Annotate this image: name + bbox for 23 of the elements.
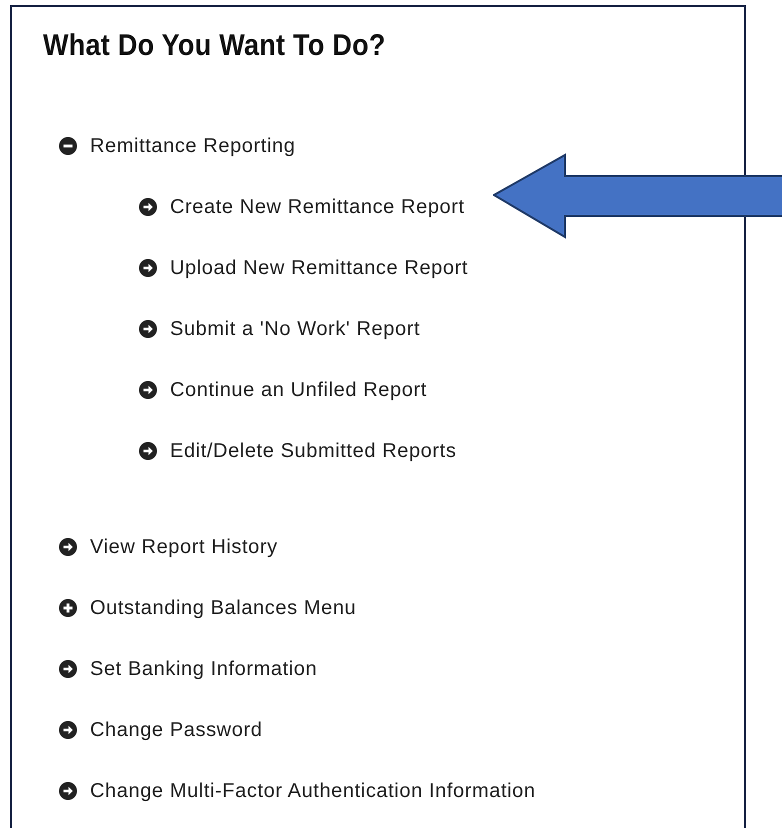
arrow-circle-icon[interactable]	[139, 442, 157, 460]
menu-link[interactable]: Upload New Remittance Report	[170, 256, 468, 280]
menu-link[interactable]: View Report History	[90, 536, 278, 558]
arrow-circle-icon[interactable]	[139, 320, 157, 338]
arrow-circle-icon[interactable]	[139, 198, 157, 216]
menu-link[interactable]: Remittance Reporting	[90, 134, 296, 158]
arrow-circle-icon[interactable]	[139, 381, 157, 399]
menu-link[interactable]: Outstanding Balances Menu	[90, 596, 356, 620]
menu-link[interactable]: Set Banking Information	[90, 658, 318, 680]
menu-link[interactable]: Change Password	[90, 718, 262, 742]
minus-circle-icon[interactable]	[59, 137, 77, 155]
arrow-circle-icon[interactable]	[59, 782, 77, 800]
arrow-circle-icon[interactable]	[59, 660, 77, 678]
menu-link[interactable]: Continue an Unfiled Report	[170, 378, 427, 402]
arrow-circle-icon[interactable]	[139, 259, 157, 277]
arrow-circle-icon[interactable]	[59, 538, 77, 556]
menu-link[interactable]: Create New Remittance Report	[170, 196, 465, 218]
menu-link[interactable]: Change Multi-Factor Authentication Information	[90, 780, 536, 802]
arrow-circle-icon[interactable]	[59, 721, 77, 739]
menu-link[interactable]: Edit/Delete Submitted Reports	[170, 440, 456, 462]
menu-link[interactable]: Submit a 'No Work' Report	[170, 318, 420, 340]
panel-title: What Do You Want To Do?	[43, 29, 386, 63]
plus-circle-icon[interactable]	[59, 599, 77, 617]
